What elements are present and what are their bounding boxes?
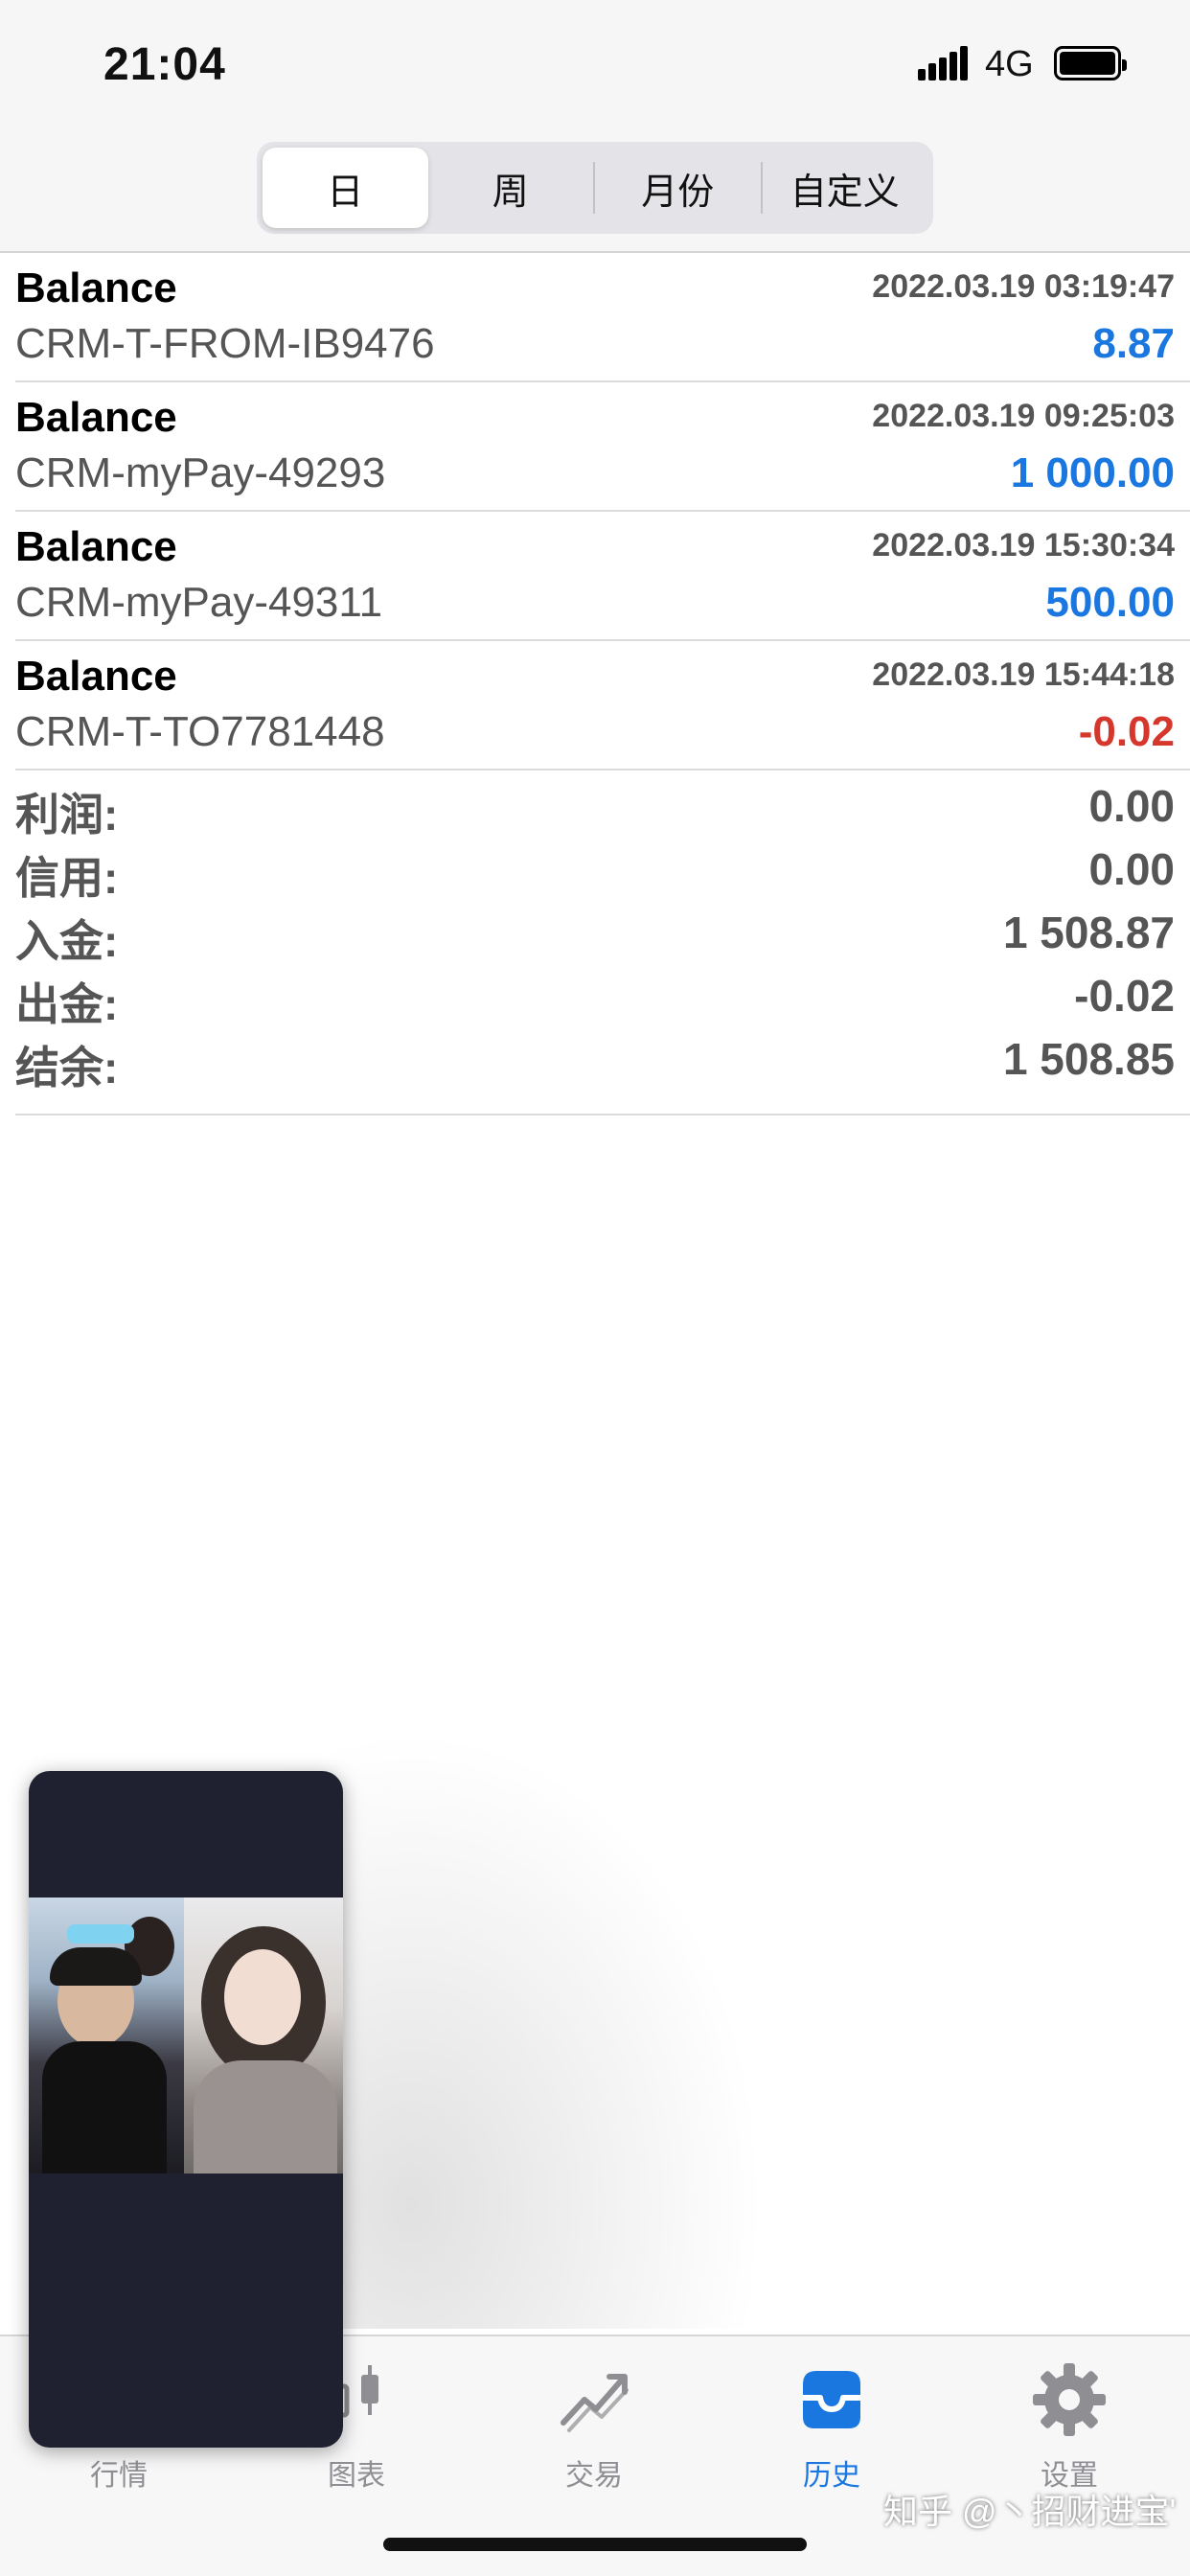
deal-list: Balance 2022.03.19 03:19:47 CRM-T-FROM-I…	[0, 253, 1190, 770]
summary-value: 1 508.87	[1002, 908, 1175, 957]
deal-datetime: 2022.03.19 03:19:47	[872, 268, 1175, 305]
period-header: 日 周 月份 自定义	[0, 125, 1190, 253]
battery-icon	[1054, 46, 1127, 80]
deal-comment: CRM-T-TO7781448	[15, 708, 385, 755]
video-right-person	[184, 1898, 343, 2174]
deal-type: Balance	[15, 653, 177, 700]
gear-icon	[1033, 2363, 1106, 2436]
tab-label: 图表	[328, 2460, 385, 2492]
deal-type: Balance	[15, 264, 177, 311]
summary-panel: 利润: 0.00 信用: 0.00 入金: 1 508.87 出金: -0.02…	[15, 774, 1190, 1116]
period-tab-custom[interactable]: 自定义	[763, 148, 928, 228]
tab-label: 行情	[90, 2460, 148, 2492]
home-indicator[interactable]	[383, 2538, 807, 2551]
network-type: 4G	[985, 44, 1034, 84]
summary-row-balance: 结余: 1 508.85	[15, 1027, 1190, 1092]
deal-amount: 500.00	[1045, 579, 1175, 626]
picture-in-picture-video[interactable]	[29, 1771, 343, 2448]
summary-row-withdrawal: 出金: -0.02	[15, 964, 1190, 1029]
deal-datetime: 2022.03.19 15:44:18	[872, 656, 1175, 693]
period-tab-week[interactable]: 周	[428, 148, 594, 228]
summary-label: 结余:	[15, 1043, 119, 1092]
deal-comment: CRM-T-FROM-IB9476	[15, 320, 435, 367]
cellular-signal-icon	[918, 46, 968, 80]
summary-label: 信用:	[15, 853, 119, 903]
deal-type: Balance	[15, 523, 177, 570]
watermark-text: 知乎 @丶招财进宝'	[883, 2492, 1177, 2531]
summary-row-credit: 信用: 0.00	[15, 838, 1190, 903]
deal-row[interactable]: Balance 2022.03.19 09:25:03 CRM-myPay-49…	[15, 382, 1190, 512]
video-frame	[29, 1898, 343, 2174]
summary-row-profit: 利润: 0.00	[15, 774, 1190, 840]
summary-label: 出金:	[15, 979, 119, 1029]
summary-label: 利润:	[15, 790, 119, 840]
video-left-person	[29, 1898, 184, 2174]
summary-label: 入金:	[15, 916, 119, 966]
summary-value: 1 508.85	[1002, 1034, 1175, 1084]
deal-datetime: 2022.03.19 09:25:03	[872, 398, 1175, 434]
summary-value: 0.00	[1088, 781, 1175, 831]
history-inbox-icon	[803, 2371, 860, 2428]
deal-datetime: 2022.03.19 15:30:34	[872, 527, 1175, 564]
deal-comment: CRM-myPay-49311	[15, 579, 383, 626]
summary-row-deposit: 入金: 1 508.87	[15, 901, 1190, 966]
period-tab-month[interactable]: 月份	[595, 148, 761, 228]
status-time: 21:04	[103, 39, 226, 90]
tab-label: 交易	[565, 2460, 623, 2492]
tab-trade[interactable]: 交易	[475, 2356, 713, 2509]
status-bar: 21:04 4G	[0, 0, 1190, 125]
period-segmented-control: 日 周 月份 自定义	[257, 142, 933, 234]
deal-amount: 1 000.00	[1010, 449, 1175, 496]
summary-value: -0.02	[1074, 971, 1175, 1021]
deal-amount: -0.02	[1078, 708, 1175, 755]
deal-row[interactable]: Balance 2022.03.19 15:30:34 CRM-myPay-49…	[15, 512, 1190, 641]
period-tab-day[interactable]: 日	[263, 148, 428, 228]
deal-comment: CRM-myPay-49293	[15, 449, 386, 496]
summary-value: 0.00	[1088, 844, 1175, 894]
trade-trend-icon	[561, 2374, 629, 2432]
deal-type: Balance	[15, 394, 177, 441]
deal-amount: 8.87	[1092, 320, 1175, 367]
deal-row[interactable]: Balance 2022.03.19 03:19:47 CRM-T-FROM-I…	[15, 253, 1190, 382]
deal-row[interactable]: Balance 2022.03.19 15:44:18 CRM-T-TO7781…	[15, 641, 1190, 770]
